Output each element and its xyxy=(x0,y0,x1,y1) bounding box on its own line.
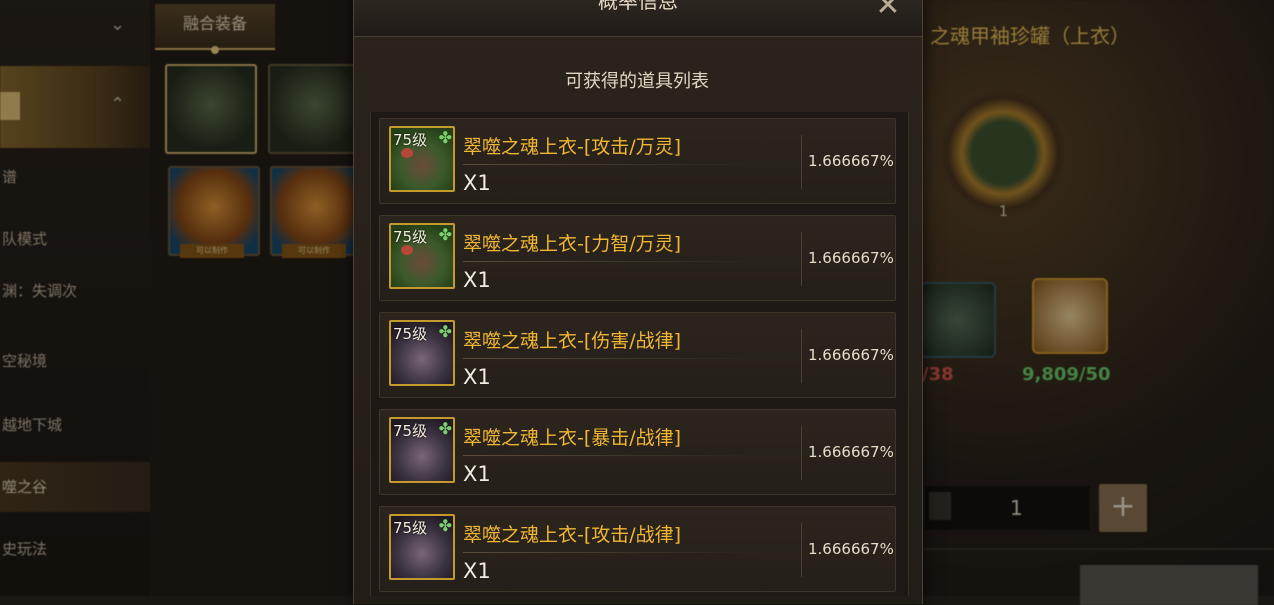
item-quantity: X1 xyxy=(463,171,491,195)
quantity-value: 1 xyxy=(1010,496,1023,520)
item-probability: 1.666667% xyxy=(808,249,894,267)
dialog-header: 概率信息 xyxy=(354,0,922,37)
material-icon[interactable] xyxy=(920,282,996,358)
chevron-up-icon[interactable]: ⌃ xyxy=(110,94,125,115)
sidebar-item[interactable]: 队模式 xyxy=(0,224,152,254)
green-armor-icon: ✤ 75级 xyxy=(389,223,455,289)
sidebar-item[interactable]: 谱 xyxy=(0,162,152,192)
sidebar-item[interactable]: 渊：失调次 xyxy=(0,276,152,306)
sidebar-active-category[interactable] xyxy=(0,66,150,148)
item-level: 75级 xyxy=(393,519,428,537)
sidebar-item[interactable]: 越地下城 xyxy=(0,410,152,440)
close-icon[interactable]: ✕ xyxy=(870,0,906,22)
dark-armor-icon: ✤ 75级 xyxy=(389,320,455,386)
item-probability: 1.666667% xyxy=(808,152,894,170)
list-item[interactable]: ✤ 75级 翠噬之魂上衣-[暴击/战律] X1 1.666667% xyxy=(379,409,896,495)
dark-armor-icon: ✤ 75级 xyxy=(389,514,455,580)
item-probability: 1.666667% xyxy=(808,346,894,364)
list-item[interactable]: ✤ 75级 翠噬之魂上衣-[力智/万灵] X1 1.666667% xyxy=(379,215,896,301)
material-thumb[interactable]: 可以制作 xyxy=(168,166,260,258)
tab-fusion-equipment[interactable]: 融合装备 xyxy=(155,4,275,54)
sidebar-item[interactable]: 空秘境 xyxy=(0,346,152,376)
divider xyxy=(920,548,1274,550)
item-quantity: X1 xyxy=(463,365,491,389)
material-count: 9,809/50 xyxy=(1022,364,1111,385)
craft-button[interactable] xyxy=(1080,565,1258,605)
item-name: 翠噬之魂上衣-[攻击/万灵] xyxy=(463,136,682,158)
item-level: 75级 xyxy=(393,228,428,246)
equipment-thumb[interactable] xyxy=(268,64,360,154)
material-icon[interactable] xyxy=(1032,278,1108,354)
list-item[interactable]: ✤ 75级 翠噬之魂上衣-[伤害/战律] X1 1.666667% xyxy=(379,312,896,398)
material-count: /38 xyxy=(922,364,954,385)
craft-result-icon[interactable] xyxy=(940,90,1066,216)
item-name: 翠噬之魂上衣-[攻击/战律] xyxy=(463,524,682,546)
dialog-title: 概率信息 xyxy=(598,0,678,13)
craft-title: 之魂甲袖珍罐（上衣） xyxy=(930,24,1130,48)
item-quantity: X1 xyxy=(463,462,491,486)
craft-result-count: 1 xyxy=(999,204,1008,220)
tab-label: 融合装备 xyxy=(182,14,247,33)
green-armor-icon: ✤ 75级 xyxy=(389,126,455,192)
item-quantity: X1 xyxy=(463,268,491,292)
equipment-thumb[interactable] xyxy=(165,64,257,154)
dark-armor-icon: ✤ 75级 xyxy=(389,417,455,483)
item-list[interactable]: ✤ 75级 翠噬之魂上衣-[攻击/万灵] X1 1.666667% ✤ 75级 … xyxy=(370,112,909,596)
item-name: 翠噬之魂上衣-[暴击/战律] xyxy=(463,427,682,449)
item-level: 75级 xyxy=(393,325,428,343)
thumb-label: 可以制作 xyxy=(180,244,244,258)
thumb-label: 可以制作 xyxy=(282,244,346,258)
material-thumb[interactable]: 可以制作 xyxy=(270,166,362,258)
sidebar-item[interactable]: 噬之谷 xyxy=(0,472,152,502)
item-probability: 1.666667% xyxy=(808,443,894,461)
item-name: 翠噬之魂上衣-[力智/万灵] xyxy=(463,233,682,255)
plus-button[interactable]: + xyxy=(1099,484,1147,532)
item-level: 75级 xyxy=(393,131,428,149)
chevron-down-icon[interactable]: ⌄ xyxy=(110,14,125,35)
minus-button[interactable] xyxy=(929,492,951,520)
item-quantity: X1 xyxy=(463,559,491,583)
item-probability: 1.666667% xyxy=(808,540,894,558)
list-item[interactable]: ✤ 75级 翠噬之魂上衣-[攻击/万灵] X1 1.666667% xyxy=(379,118,896,204)
dialog-subtitle: 可获得的道具列表 xyxy=(565,71,709,92)
list-item[interactable]: ✤ 75级 翠噬之魂上衣-[攻击/战律] X1 1.666667% xyxy=(379,506,896,592)
item-name: 翠噬之魂上衣-[伤害/战律] xyxy=(463,330,682,352)
sidebar-item[interactable]: 史玩法 xyxy=(0,534,152,564)
item-level: 75级 xyxy=(393,422,428,440)
